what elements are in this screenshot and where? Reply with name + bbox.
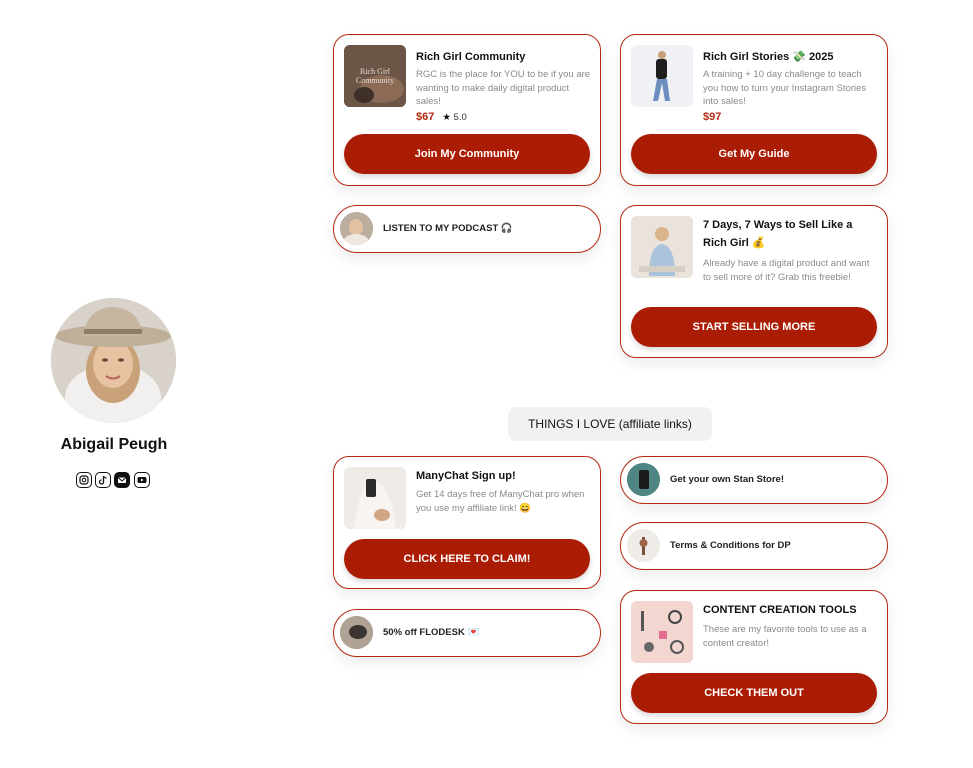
email-icon[interactable] bbox=[114, 472, 130, 488]
product-thumbnail: Rich Girl Community bbox=[344, 45, 406, 107]
product-title: 7 Days, 7 Ways to Sell Like a Rich Girl … bbox=[703, 219, 853, 249]
join-community-button[interactable]: Join My Community bbox=[344, 134, 590, 174]
product-card-content-tools: CONTENT CREATION TOOLS These are my favo… bbox=[620, 590, 888, 724]
rating-value: 5.0 bbox=[453, 112, 467, 123]
thumbnail-caption: Rich Girl Community bbox=[355, 67, 395, 85]
product-card-rich-girl-community: Rich Girl Community Rich Girl Community … bbox=[333, 34, 601, 186]
podcast-label: LISTEN TO MY PODCAST 🎧 bbox=[383, 223, 513, 234]
product-title: Rich Girl Stories 💸 2025 bbox=[703, 51, 834, 63]
instagram-icon[interactable] bbox=[76, 472, 92, 488]
product-title: Rich Girl Community bbox=[416, 51, 526, 63]
stan-store-label: Get your own Stan Store! bbox=[670, 474, 785, 485]
product-card-rich-girl-stories: Rich Girl Stories 💸 2025 A training + 10… bbox=[620, 34, 888, 186]
check-them-out-button[interactable]: CHECK THEM OUT bbox=[631, 673, 877, 713]
terms-link[interactable]: Terms & Conditions for DP bbox=[620, 522, 888, 570]
flodesk-label: 50% off FLODESK 💌 bbox=[383, 627, 480, 638]
profile-name: Abigail Peugh bbox=[60, 436, 168, 453]
tiktok-icon[interactable] bbox=[95, 472, 111, 488]
profile-avatar bbox=[51, 298, 176, 423]
flodesk-link[interactable]: 50% off FLODESK 💌 bbox=[333, 609, 601, 657]
rating: ★ 5.0 bbox=[442, 112, 466, 123]
section-title: THINGS I LOVE (affiliate links) bbox=[508, 407, 712, 441]
stan-store-thumbnail bbox=[627, 463, 660, 496]
terms-label: Terms & Conditions for DP bbox=[670, 540, 791, 551]
product-description: Already have a digital product and want … bbox=[703, 258, 870, 283]
product-description: A training + 10 day challenge to teach y… bbox=[703, 69, 867, 107]
product-title: ManyChat Sign up! bbox=[416, 470, 516, 482]
product-price: $67 ★ 5.0 bbox=[416, 111, 467, 123]
star-icon: ★ bbox=[442, 112, 451, 123]
product-description: These are my favorite tools to use as a … bbox=[703, 624, 867, 649]
product-title: CONTENT CREATION TOOLS bbox=[703, 604, 857, 616]
product-card-manychat: ManyChat Sign up! Get 14 days free of Ma… bbox=[333, 456, 601, 589]
start-selling-button[interactable]: START SELLING MORE bbox=[631, 307, 877, 347]
terms-thumbnail bbox=[627, 529, 660, 562]
podcast-thumbnail bbox=[340, 212, 373, 245]
product-price: $97 bbox=[703, 111, 722, 123]
product-card-seven-days: 7 Days, 7 Ways to Sell Like a Rich Girl … bbox=[620, 205, 888, 358]
product-description: RGC is the place for YOU to be if you ar… bbox=[416, 69, 591, 107]
product-thumbnail bbox=[631, 216, 693, 278]
flodesk-thumbnail bbox=[340, 616, 373, 649]
claim-button[interactable]: CLICK HERE TO CLAIM! bbox=[344, 539, 590, 579]
stan-store-link[interactable]: Get your own Stan Store! bbox=[620, 456, 888, 504]
price-value: $67 bbox=[416, 111, 435, 123]
product-description: Get 14 days free of ManyChat pro when yo… bbox=[416, 489, 585, 514]
youtube-icon[interactable] bbox=[134, 472, 150, 488]
product-thumbnail bbox=[344, 467, 406, 529]
product-thumbnail bbox=[631, 45, 693, 107]
product-thumbnail bbox=[631, 601, 693, 663]
podcast-link[interactable]: LISTEN TO MY PODCAST 🎧 bbox=[333, 205, 601, 253]
get-guide-button[interactable]: Get My Guide bbox=[631, 134, 877, 174]
